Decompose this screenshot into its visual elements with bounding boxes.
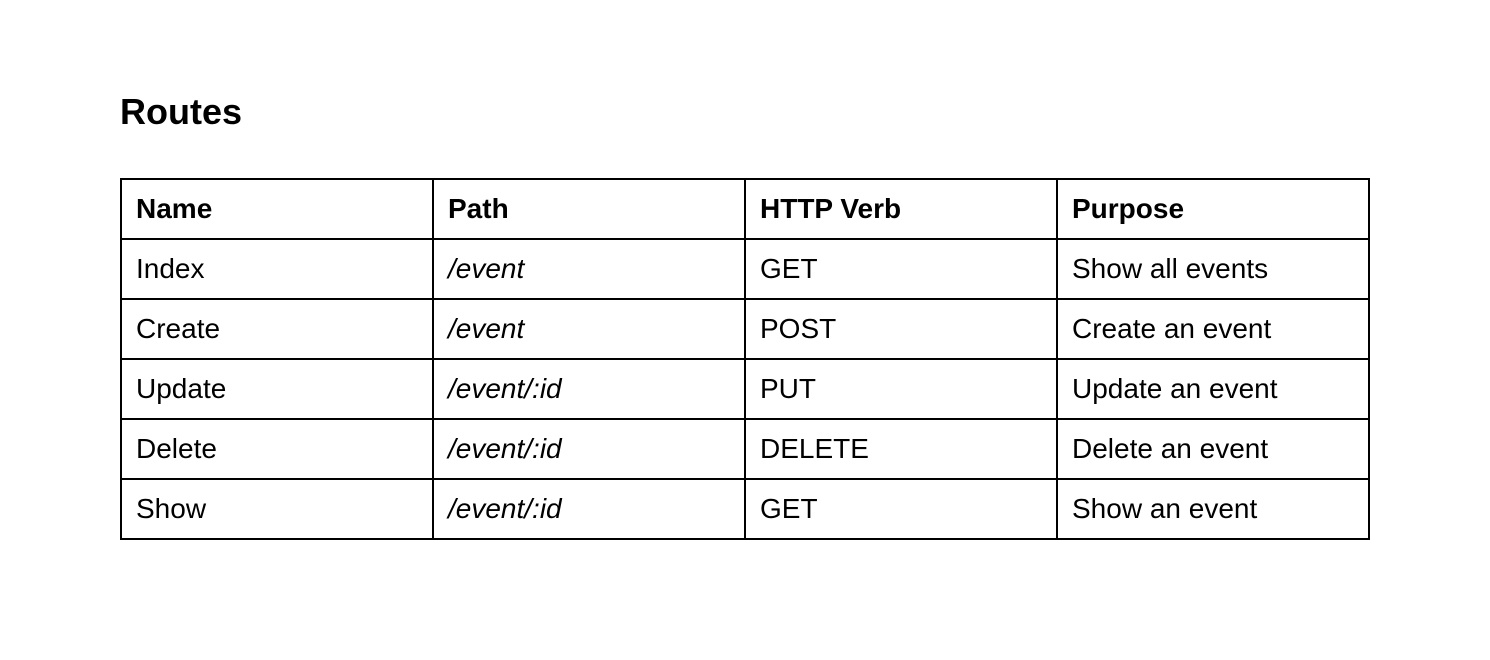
- route-path-cell: /event: [432, 298, 746, 360]
- route-verb-cell: PUT: [744, 358, 1058, 420]
- document-body: Routes Name Path HTTP Verb Purpose Index…: [120, 88, 1370, 540]
- column-header-purpose: Purpose: [1056, 178, 1370, 240]
- route-verb-cell: POST: [744, 298, 1058, 360]
- route-verb-cell: GET: [744, 238, 1058, 300]
- table-row: Index /event GET Show all events: [120, 238, 1370, 300]
- route-name-cell: Create: [120, 298, 434, 360]
- route-purpose-cell: Delete an event: [1056, 418, 1370, 480]
- route-verb-cell: DELETE: [744, 418, 1058, 480]
- route-purpose-cell: Create an event: [1056, 298, 1370, 360]
- route-path-cell: /event/:id: [432, 478, 746, 540]
- route-purpose-cell: Update an event: [1056, 358, 1370, 420]
- route-purpose-cell: Show all events: [1056, 238, 1370, 300]
- table-row: Delete /event/:id DELETE Delete an event: [120, 418, 1370, 480]
- route-purpose-cell: Show an event: [1056, 478, 1370, 540]
- route-name-cell: Update: [120, 358, 434, 420]
- page-title: Routes: [120, 91, 243, 132]
- route-name-cell: Show: [120, 478, 434, 540]
- route-path-cell: /event: [432, 238, 746, 300]
- column-header-name: Name: [120, 178, 434, 240]
- table-row: Update /event/:id PUT Update an event: [120, 358, 1370, 420]
- routes-table: Name Path HTTP Verb Purpose Index /event…: [120, 178, 1370, 540]
- route-path-cell: /event/:id: [432, 358, 746, 420]
- column-header-http-verb: HTTP Verb: [744, 178, 1058, 240]
- column-header-path: Path: [432, 178, 746, 240]
- table-row: Create /event POST Create an event: [120, 298, 1370, 360]
- table-row: Show /event/:id GET Show an event: [120, 478, 1370, 540]
- route-name-cell: Delete: [120, 418, 434, 480]
- route-path-cell: /event/:id: [432, 418, 746, 480]
- route-verb-cell: GET: [744, 478, 1058, 540]
- table-header-row: Name Path HTTP Verb Purpose: [120, 178, 1370, 240]
- route-name-cell: Index: [120, 238, 434, 300]
